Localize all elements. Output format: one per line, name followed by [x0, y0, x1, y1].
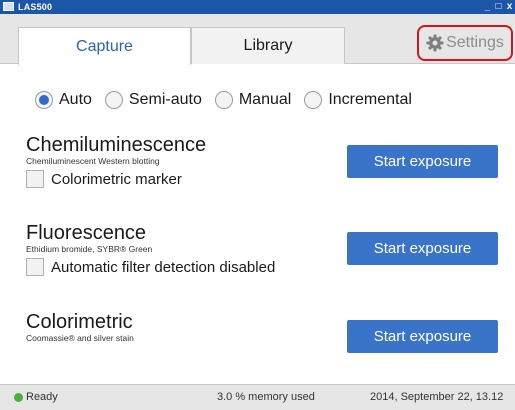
fluorescence-subtitle: Ethidium bromide, SYBR® Green [26, 244, 153, 254]
mode-manual-label: Manual [238, 91, 292, 108]
title-bar: LAS500 _ □ x [0, 0, 515, 14]
colorimetric-section: Colorimetric Coomassie® and silver stain [26, 311, 134, 343]
window-title: LAS500 [18, 2, 53, 12]
fluorescence-title: Fluorescence [26, 222, 147, 244]
mode-auto-radio[interactable] [35, 91, 53, 109]
colorimetric-start-button[interactable]: Start exposure [347, 320, 498, 353]
status-datetime: 2014, September 22, 13.12 [370, 391, 504, 403]
chemiluminescence-start-button[interactable]: Start exposure [347, 145, 498, 178]
mode-incremental-radio[interactable] [304, 91, 323, 109]
status-ok-icon [14, 392, 23, 402]
mode-incremental-label: Incremental [328, 91, 412, 108]
maximize-button[interactable]: □ [493, 0, 504, 14]
status-ready: Ready [14, 391, 58, 403]
filter-detection-label: Automatic filter detection disabled [51, 258, 276, 276]
colorimetric-marker-checkbox[interactable] [26, 170, 44, 188]
settings-label: Settings [446, 34, 504, 51]
gear-icon [426, 34, 444, 52]
colorimetric-subtitle: Coomassie® and silver stain [26, 333, 134, 343]
minimize-button[interactable]: _ [482, 0, 493, 14]
chemiluminescence-section: Chemiluminescence Chemiluminescent Weste… [26, 134, 206, 188]
settings-button[interactable]: Settings [417, 25, 513, 61]
mode-auto-label: Auto [59, 91, 92, 108]
fluorescence-section: Fluorescence Ethidium bromide, SYBR® Gre… [26, 222, 275, 276]
close-button[interactable]: x [504, 0, 515, 14]
tab-capture[interactable]: Capture [18, 27, 191, 65]
mode-semi-auto[interactable]: Semi-auto [104, 91, 202, 109]
colorimetric-marker-label: Colorimetric marker [51, 170, 182, 188]
mode-manual-radio[interactable] [214, 91, 233, 109]
status-state: Ready [26, 391, 58, 403]
mode-manual[interactable]: Manual [214, 91, 292, 109]
chemiluminescence-subtitle: Chemiluminescent Western blotting [26, 156, 160, 166]
exposure-mode-group: Auto Semi-auto Manual Incremental [35, 91, 425, 109]
tab-bar: Capture Library Settings [0, 14, 515, 65]
window-controls: _ □ x [482, 0, 515, 14]
chemiluminescence-title: Chemiluminescence [26, 134, 207, 156]
colorimetric-marker-option[interactable]: Colorimetric marker [26, 170, 206, 188]
fluorescence-start-button[interactable]: Start exposure [347, 232, 498, 265]
memory-usage: 3.0 % memory used [217, 391, 315, 403]
filter-detection-checkbox[interactable] [26, 258, 44, 276]
mode-auto[interactable]: Auto [35, 91, 92, 109]
status-bar: Ready 3.0 % memory used 2014, September … [0, 384, 515, 410]
mode-incremental[interactable]: Incremental [304, 91, 412, 109]
mode-semi-auto-radio[interactable] [104, 91, 123, 109]
app-icon [3, 2, 14, 11]
filter-detection-option[interactable]: Automatic filter detection disabled [26, 258, 275, 276]
colorimetric-title: Colorimetric [26, 311, 133, 333]
mode-semi-auto-label: Semi-auto [128, 91, 202, 108]
tab-library[interactable]: Library [191, 27, 345, 64]
